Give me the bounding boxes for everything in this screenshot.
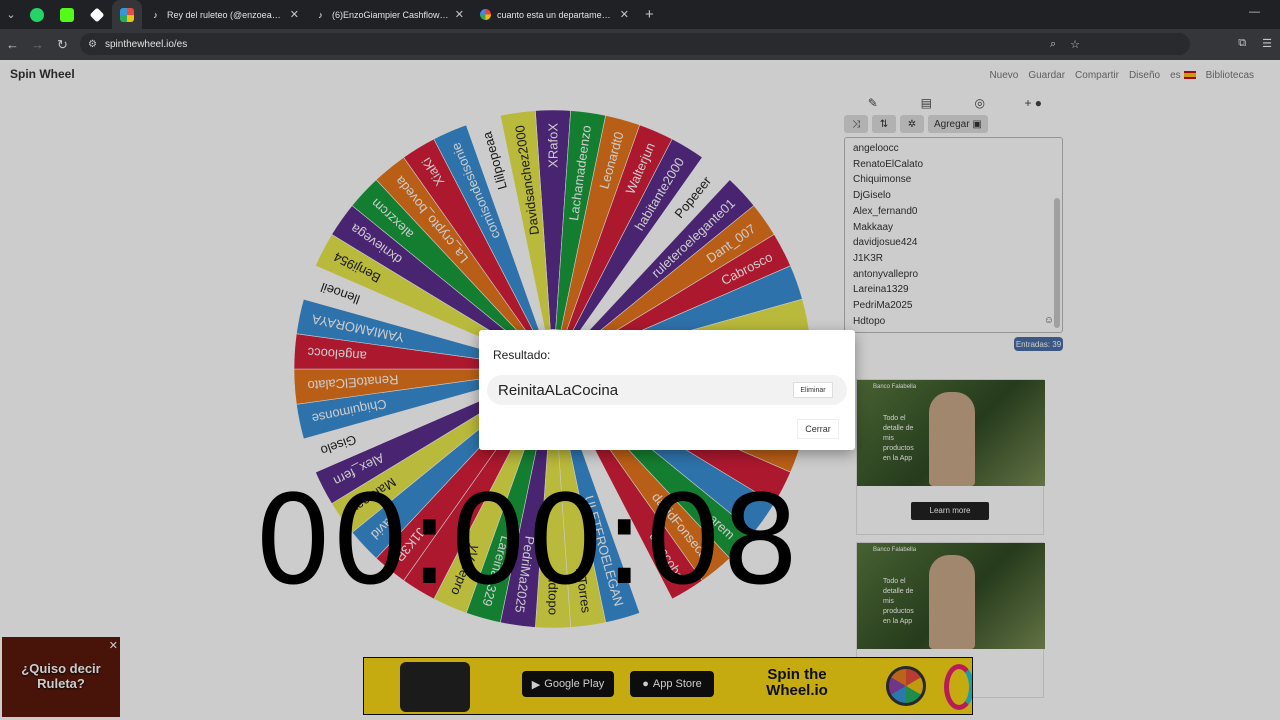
tab-search-icon[interactable]: ⌄	[0, 4, 22, 26]
result-dialog: Resultado: ReinitaALaCocina Eliminar Cer…	[479, 330, 855, 450]
tab-google[interactable]: cuanto esta un departamento e ✕	[472, 0, 637, 29]
browser-tabbar: ⌄ ♪ Rey del ruleteo (@enzoeasycas ✕ ♪ (6…	[0, 0, 1280, 29]
whatsapp-icon	[30, 7, 44, 22]
back-icon[interactable]: ←	[0, 37, 25, 52]
new-tab-icon[interactable]: +	[637, 6, 662, 23]
result-title: Resultado:	[493, 348, 551, 362]
tab-tiktok-1[interactable]: ♪ Rey del ruleteo (@enzoeasycas ✕	[142, 0, 307, 29]
spinwheel-icon	[120, 7, 134, 22]
tab-title: Rey del ruleteo (@enzoeasycas	[167, 9, 284, 20]
close-icon[interactable]: ✕	[620, 8, 629, 21]
tiktok-icon: ♪	[318, 9, 323, 20]
delete-button[interactable]: Eliminar	[793, 382, 833, 398]
pinned-tab-kick[interactable]	[52, 0, 82, 29]
close-icon[interactable]: ✕	[455, 8, 464, 21]
diamond-icon	[89, 7, 105, 22]
pinned-tab-diamond[interactable]	[82, 0, 112, 29]
close-icon[interactable]: ✕	[290, 8, 299, 21]
tab-tiktok-2[interactable]: ♪ (6)EnzoGiampier Cashflow (@e ✕	[307, 0, 472, 29]
menu-icon[interactable]: ☰	[1262, 37, 1272, 50]
kick-icon	[60, 7, 74, 22]
pinned-tab-whatsapp[interactable]	[22, 0, 52, 29]
tab-title: cuanto esta un departamento e	[497, 9, 614, 20]
close-button[interactable]: Cerrar	[797, 419, 839, 439]
reload-icon[interactable]: ↻	[50, 37, 75, 53]
site-info-icon[interactable]: ⚙	[88, 39, 97, 50]
google-icon	[480, 9, 491, 20]
browser-toolbar: ← → ↻ ⚙ spinthewheel.io/es ⌕ ☆ ⧉ ☰	[0, 29, 1280, 60]
address-bar[interactable]: ⚙ spinthewheel.io/es ⌕ ☆	[80, 33, 1190, 55]
extensions-icon[interactable]: ⧉	[1238, 37, 1246, 50]
winner-text: ReinitaALaCocina	[498, 381, 619, 399]
tab-title: (6)EnzoGiampier Cashflow (@e	[332, 9, 449, 20]
url-text: spinthewheel.io/es	[104, 38, 188, 50]
tiktok-icon: ♪	[153, 9, 158, 20]
bookmark-star-icon[interactable]: ☆	[1070, 38, 1080, 51]
zoom-icon[interactable]: ⌕	[1050, 38, 1056, 51]
timer-overlay: 00:00:08	[254, 470, 799, 613]
forward-icon[interactable]: →	[25, 37, 50, 52]
pinned-tab-spinwheel[interactable]	[112, 0, 142, 29]
result-value: ReinitaALaCocina Eliminar	[487, 375, 847, 405]
minimize-icon[interactable]: —	[1249, 6, 1260, 18]
